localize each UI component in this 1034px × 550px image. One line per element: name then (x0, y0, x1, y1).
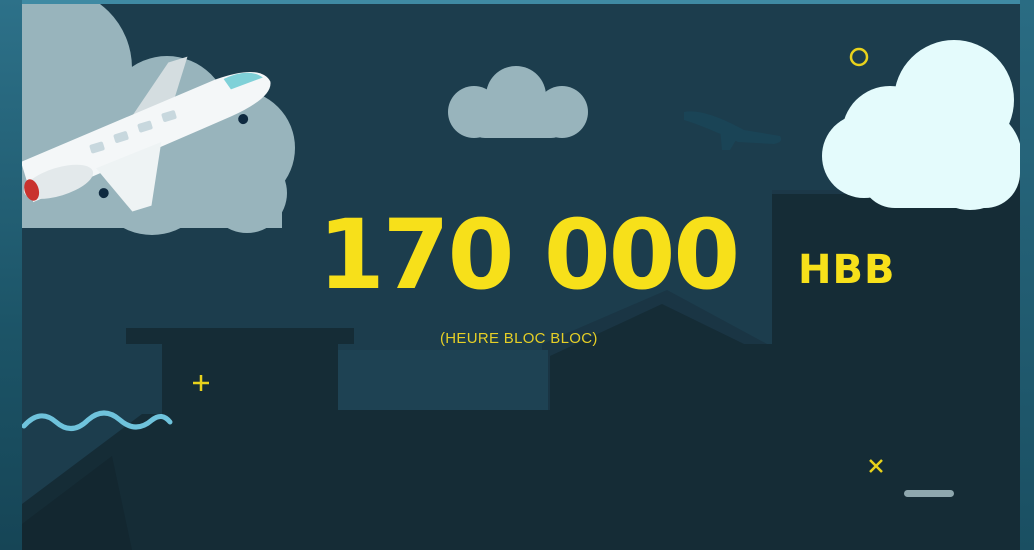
plane-silhouette-icon (684, 111, 782, 150)
headline-unit: HBB (798, 247, 896, 293)
cross-icon (869, 459, 883, 473)
infographic-scene: 170 000 HBB (HEURE BLOC BLOC) (22, 4, 1020, 550)
headline-subtitle: (HEURE BLOC BLOC) (440, 330, 598, 347)
frame-right-edge (1020, 0, 1034, 550)
frame-left-edge (0, 0, 22, 550)
headline-value: 170 000 (318, 199, 740, 311)
wave-icon (22, 410, 173, 431)
cloud-small-grey (448, 66, 588, 138)
dash-icon (904, 490, 954, 497)
plus-icon (193, 375, 209, 391)
cloud-white (822, 40, 1020, 210)
airplane-icon (22, 56, 271, 212)
